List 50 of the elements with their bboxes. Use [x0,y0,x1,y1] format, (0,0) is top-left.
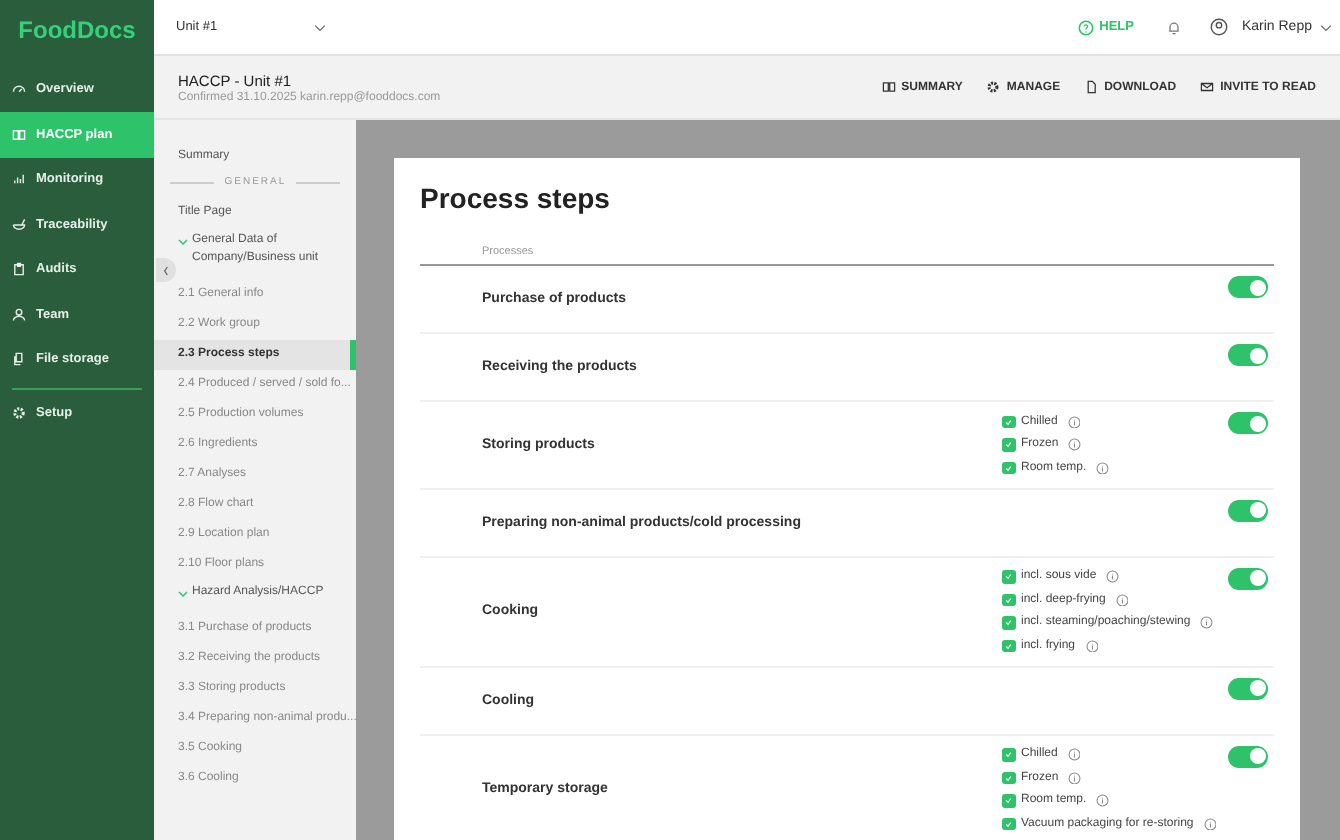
page-title: Process steps [420,182,612,214]
file-icon [1084,80,1099,94]
gauge-icon [12,81,26,96]
checkbox[interactable] [1002,817,1015,830]
checkbox[interactable] [1002,570,1015,583]
bell-icon[interactable] [1165,19,1182,35]
info-icon[interactable] [1068,771,1082,784]
info-icon[interactable] [1067,415,1081,428]
checkbox[interactable] [1002,794,1015,807]
checkbox[interactable] [1002,415,1015,428]
toggle-switch[interactable] [1228,745,1268,767]
info-icon[interactable] [1106,570,1120,583]
files-icon [12,352,26,367]
info-icon[interactable] [1115,593,1129,606]
settings-icon [12,405,26,420]
info-icon[interactable] [1068,438,1082,451]
toggle-switch[interactable] [1228,677,1268,699]
info-icon[interactable] [1096,794,1110,807]
info-icon[interactable] [1085,639,1099,652]
logo: FoodDocs [16,14,138,48]
caret-icon [314,23,326,31]
collapse-button[interactable] [156,258,176,282]
clipboard-icon [12,262,26,277]
toggle-switch[interactable] [1228,344,1268,366]
toggle-switch[interactable] [1228,567,1268,589]
help-icon [1077,19,1094,35]
checkbox[interactable] [1002,639,1015,652]
mail-icon [1200,80,1215,94]
checkbox[interactable] [1002,748,1015,761]
avatar-icon [1209,18,1228,36]
info-icon[interactable] [1067,748,1081,761]
info-icon[interactable] [1096,461,1110,474]
book-icon [881,80,896,94]
checkbox[interactable] [1002,616,1015,629]
person-icon [12,307,26,322]
checkbox[interactable] [1002,593,1015,606]
book-icon [12,127,26,141]
bowl-icon [12,217,26,232]
chevron-left-icon [162,263,170,277]
checkbox[interactable] [1002,461,1015,474]
caret-icon [1320,23,1332,31]
toggle-switch[interactable] [1228,276,1268,298]
checkbox[interactable] [1002,771,1015,784]
checkbox[interactable] [1002,438,1015,451]
bar-chart-icon [12,172,26,187]
toggle-switch[interactable] [1228,412,1268,434]
info-icon[interactable] [1200,616,1214,629]
toggle-switch[interactable] [1228,499,1268,521]
settings-icon [986,80,1001,94]
info-icon[interactable] [1203,817,1217,830]
